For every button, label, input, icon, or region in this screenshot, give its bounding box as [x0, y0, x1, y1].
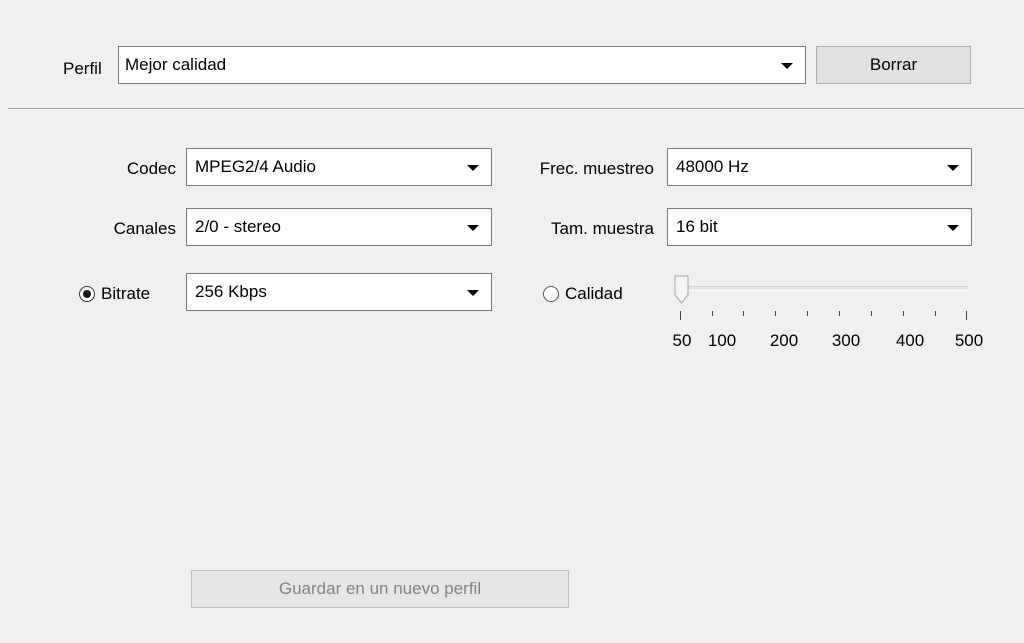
bitrate-label: Bitrate	[101, 284, 151, 303]
profile-select-value: Mejor calidad	[125, 55, 227, 74]
slider-tick-label: 400	[895, 331, 925, 350]
channels-label: Canales	[113, 219, 176, 238]
chevron-down-icon	[947, 165, 959, 171]
profile-select[interactable]: Mejor calidad	[118, 46, 806, 84]
save-new-profile-button[interactable]: Guardar en un nuevo perfil	[191, 570, 569, 608]
slider-tick	[775, 311, 776, 316]
slider-tick	[966, 311, 967, 320]
chevron-down-icon	[467, 165, 479, 171]
slider-tick	[903, 311, 904, 316]
section-divider-highlight	[8, 109, 1024, 110]
codec-select-value: MPEG2/4 Audio	[195, 157, 316, 176]
quality-slider[interactable]	[672, 275, 972, 325]
bitrate-select-value: 256 Kbps	[195, 282, 267, 301]
chevron-down-icon	[467, 290, 479, 296]
channels-select[interactable]: 2/0 - stereo	[186, 208, 492, 246]
chevron-down-icon	[467, 225, 479, 231]
sample-rate-select-value: 48000 Hz	[676, 157, 749, 176]
slider-tick-label: 100	[707, 331, 737, 350]
quality-radio[interactable]	[543, 286, 559, 302]
codec-select[interactable]: MPEG2/4 Audio	[186, 148, 492, 186]
slider-tick	[871, 311, 872, 316]
slider-tick	[712, 311, 713, 316]
slider-tick	[807, 311, 808, 316]
chevron-down-icon	[947, 225, 959, 231]
radio-selected-dot	[83, 290, 91, 298]
slider-tick-label: 200	[769, 331, 799, 350]
sample-size-label: Tam. muestra	[551, 219, 654, 238]
slider-track	[676, 286, 968, 291]
delete-profile-button[interactable]: Borrar	[816, 46, 971, 84]
channels-select-value: 2/0 - stereo	[195, 217, 281, 236]
bitrate-select[interactable]: 256 Kbps	[186, 273, 492, 311]
codec-label: Codec	[126, 159, 176, 178]
slider-tick	[839, 311, 840, 316]
slider-tick	[743, 311, 744, 316]
slider-tick-label: 300	[831, 331, 861, 350]
sample-rate-select[interactable]: 48000 Hz	[667, 148, 972, 186]
slider-tick-label: 500	[954, 331, 984, 350]
slider-thumb[interactable]	[674, 275, 692, 305]
slider-tick	[680, 311, 681, 320]
sample-size-select-value: 16 bit	[676, 217, 718, 236]
sample-rate-label: Frec. muestreo	[539, 159, 654, 178]
quality-label: Calidad	[565, 284, 623, 303]
slider-tick	[935, 311, 936, 316]
bitrate-radio[interactable]	[79, 286, 95, 302]
profile-label: Perfil	[63, 59, 102, 78]
slider-tick-label: 50	[672, 331, 692, 350]
sample-size-select[interactable]: 16 bit	[667, 208, 972, 246]
chevron-down-icon	[781, 63, 793, 69]
